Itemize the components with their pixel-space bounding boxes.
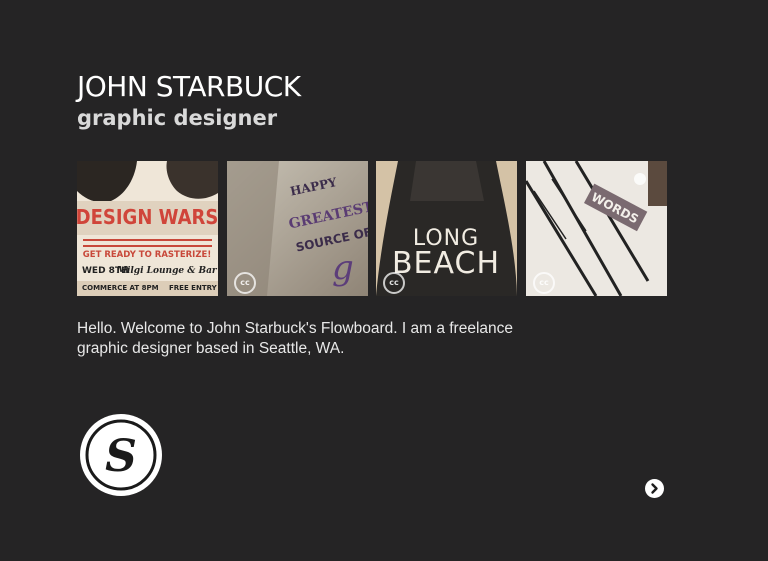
svg-text:g: g: [332, 248, 354, 288]
image-gallery: DESIGN WARS GET READY TO RASTERIZE! WED …: [77, 161, 667, 296]
profile-title: graphic designer: [77, 106, 278, 130]
profile-name: JOHN STARBUCK: [77, 70, 301, 103]
intro-text: Hello. Welcome to John Starbuck's Flowbo…: [77, 320, 514, 357]
gallery-thumbnail-1[interactable]: DESIGN WARS GET READY TO RASTERIZE! WED …: [77, 161, 218, 296]
gallery-thumbnail-2[interactable]: HAPPY GREATEST SOURCE OF g cc: [227, 161, 368, 296]
poster-subhead: GET READY TO RASTERIZE!: [83, 250, 211, 260]
creative-commons-icon: cc: [383, 272, 405, 294]
poster-venue: Milgi Lounge & Bar: [116, 266, 218, 276]
next-page-button[interactable]: [645, 479, 664, 498]
chevron-right-icon: [651, 483, 658, 494]
gallery-thumbnail-4[interactable]: WORDS cc: [526, 161, 667, 296]
poster-entry: FREE ENTRY: [169, 284, 218, 292]
board-line-2: BEACH: [392, 246, 500, 281]
gallery-thumbnail-3[interactable]: LONG BEACH cc: [376, 161, 517, 296]
creative-commons-icon: cc: [234, 272, 256, 294]
poster-time: COMMERCE AT 8PM: [82, 284, 159, 292]
creative-commons-icon: cc: [533, 272, 555, 294]
monogram-logo: S: [79, 413, 163, 497]
monogram-letter: S: [105, 431, 137, 482]
poster-headline: DESIGN WARS: [77, 205, 218, 229]
